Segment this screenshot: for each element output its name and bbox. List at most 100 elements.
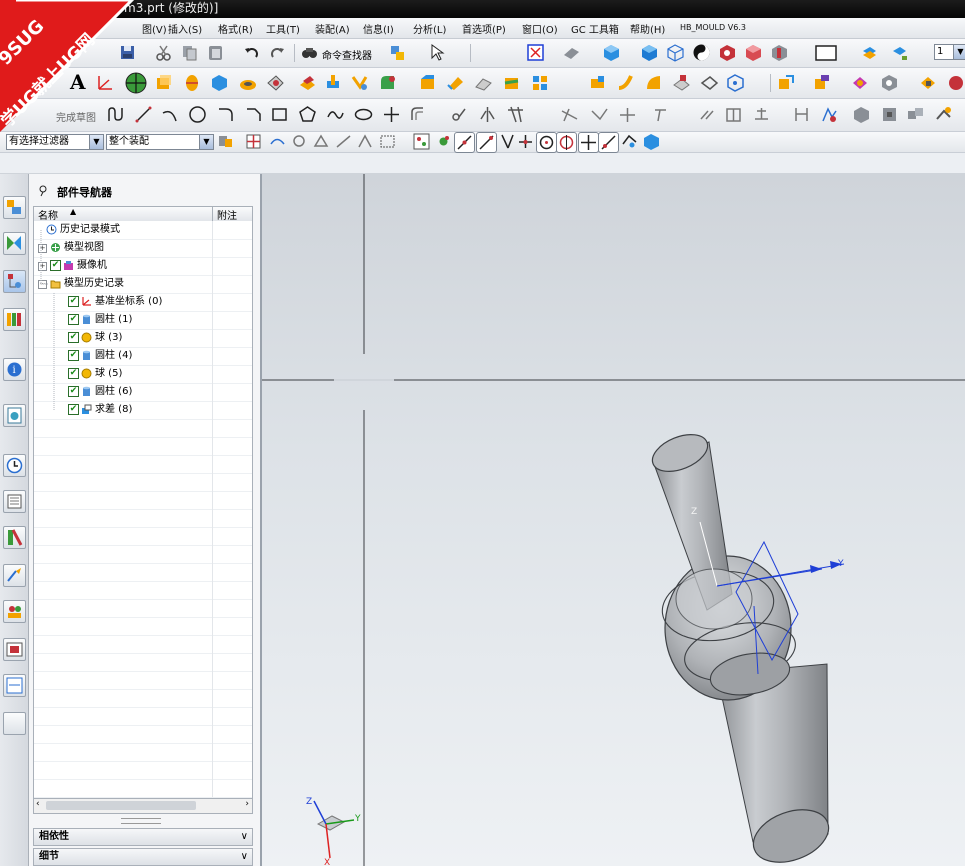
make-corner-button[interactable] bbox=[590, 105, 609, 124]
mirror-curve-button[interactable] bbox=[478, 105, 497, 124]
delete-face-button[interactable] bbox=[880, 73, 899, 92]
copy-button[interactable] bbox=[180, 43, 199, 62]
animate-dimension-button[interactable] bbox=[820, 105, 839, 124]
tree-node[interactable]: ✔ 圆柱 (1) bbox=[68, 313, 132, 327]
splitter-grip[interactable] bbox=[121, 818, 161, 824]
snap-center-button[interactable] bbox=[516, 132, 535, 151]
fillet-button[interactable] bbox=[216, 105, 235, 124]
horizontal-scrollbar[interactable]: ‹ › bbox=[33, 798, 253, 814]
auto-constrain-button[interactable] bbox=[724, 105, 743, 124]
replace-face-button[interactable] bbox=[850, 73, 869, 92]
checkbox[interactable]: ✔ bbox=[68, 313, 79, 325]
snap-point-toggle[interactable] bbox=[244, 132, 263, 151]
cut-button[interactable] bbox=[154, 43, 173, 62]
tree-row[interactable]: 历史记录模式 bbox=[34, 221, 252, 240]
tree-node[interactable]: ✔ 基准坐标系 (0) bbox=[68, 295, 162, 309]
chamfer-sketch-button[interactable] bbox=[244, 105, 263, 124]
orient-view-button[interactable] bbox=[562, 43, 581, 62]
trim-body-button[interactable] bbox=[502, 73, 521, 92]
part-navigator-tab[interactable] bbox=[3, 270, 26, 293]
select-faces-button[interactable] bbox=[312, 132, 331, 151]
work-layer-combo[interactable]: 1 ▼ bbox=[934, 44, 965, 60]
tree-node[interactable]: ✔ 求差 (8) bbox=[68, 403, 132, 417]
edge-blend-button[interactable] bbox=[378, 73, 397, 92]
tree-row[interactable]: ✔ 基准坐标系 (0) bbox=[34, 293, 252, 312]
sweep-button[interactable] bbox=[588, 73, 607, 92]
tree-node[interactable]: ✔ 圆柱 (4) bbox=[68, 349, 132, 363]
pin-icon[interactable] bbox=[37, 185, 49, 197]
pattern-button[interactable] bbox=[530, 73, 549, 92]
snap-arc-center-button[interactable] bbox=[536, 132, 557, 153]
shell-button[interactable] bbox=[446, 73, 465, 92]
spline-button[interactable] bbox=[326, 105, 345, 124]
polygon-button[interactable] bbox=[298, 105, 317, 124]
split-curve-button[interactable] bbox=[618, 105, 637, 124]
selection-tools-button[interactable] bbox=[428, 43, 447, 62]
tree-node[interactable]: 模型视图 bbox=[50, 241, 104, 255]
assembly-navigator-tab[interactable] bbox=[3, 196, 26, 219]
layer-settings-button[interactable] bbox=[860, 43, 879, 62]
rectangle-select-button[interactable] bbox=[378, 132, 397, 151]
tree-row[interactable]: ✔ 圆柱 (4) bbox=[34, 347, 252, 366]
fit-view-button[interactable] bbox=[526, 43, 545, 62]
command-finder-button[interactable]: 命令查找器 bbox=[300, 43, 384, 62]
studio-button[interactable] bbox=[692, 43, 711, 62]
snap-endpoint-button[interactable] bbox=[412, 132, 431, 151]
tree-row[interactable]: ✔ 球 (5) bbox=[34, 365, 252, 384]
background-button[interactable] bbox=[814, 43, 838, 62]
snap-point-on-face-button[interactable] bbox=[620, 132, 639, 151]
tree-row[interactable]: − 模型历史记录 bbox=[34, 275, 252, 294]
select-edges-button[interactable] bbox=[334, 132, 353, 151]
snap-existing-point-button[interactable] bbox=[578, 132, 599, 153]
system-scenes-tab[interactable] bbox=[3, 638, 26, 661]
checkbox[interactable]: ✔ bbox=[68, 385, 79, 397]
scale-body-button[interactable] bbox=[700, 73, 719, 92]
pull-face-button[interactable] bbox=[812, 73, 831, 92]
scroll-right-icon[interactable]: › bbox=[245, 799, 249, 809]
history-tab[interactable] bbox=[3, 454, 26, 477]
blank-tab[interactable] bbox=[3, 712, 26, 735]
visible-check-icon[interactable]: ✔ bbox=[50, 259, 61, 271]
roles-tab[interactable] bbox=[3, 600, 26, 623]
rectangle-button[interactable] bbox=[270, 105, 289, 124]
quick-extend-button[interactable] bbox=[560, 105, 579, 124]
graphics-window[interactable]: Z Y Z Y X bbox=[262, 174, 965, 866]
menu-preferences[interactable]: 首选项(P) bbox=[462, 21, 506, 36]
expand-icon[interactable]: + bbox=[38, 262, 47, 271]
collapse-icon[interactable]: − bbox=[38, 280, 47, 289]
resize-face-button[interactable] bbox=[918, 73, 937, 92]
details-panel-header[interactable]: 细节 ∨ bbox=[33, 848, 253, 866]
tree-row[interactable]: ✔ 圆柱 (1) bbox=[34, 311, 252, 330]
tree-row[interactable]: ✔ 求差 (8) bbox=[34, 401, 252, 420]
snap-point-on-curve-button[interactable] bbox=[598, 132, 619, 153]
menu-tools[interactable]: 工具(T) bbox=[266, 21, 300, 36]
tree-row[interactable]: + 模型视图 bbox=[34, 239, 252, 258]
intersect-button[interactable] bbox=[350, 73, 369, 92]
tree-node[interactable]: ✔ 摄像机 bbox=[50, 259, 107, 273]
thicken-button[interactable] bbox=[672, 73, 691, 92]
snap-control-point-button[interactable] bbox=[476, 132, 497, 153]
selection-filter-combo[interactable]: 有选择过滤器 ▼ bbox=[6, 134, 104, 150]
tree-node[interactable]: ✔ 圆柱 (6) bbox=[68, 385, 132, 399]
expand-icon[interactable]: + bbox=[38, 244, 47, 253]
draft-button[interactable] bbox=[474, 73, 493, 92]
tree-row[interactable]: ✔ 球 (3) bbox=[34, 329, 252, 348]
general-selection-button[interactable] bbox=[216, 132, 235, 151]
selection-scope-combo[interactable]: 整个装配 ▼ bbox=[106, 134, 214, 150]
unite-button[interactable] bbox=[298, 73, 317, 92]
menu-analysis[interactable]: 分析(L) bbox=[413, 21, 446, 36]
checkbox[interactable]: ✔ bbox=[68, 295, 79, 307]
snap-line-button[interactable] bbox=[454, 132, 475, 153]
column-name-header[interactable]: 名称 bbox=[38, 207, 58, 222]
geometric-constraints-button[interactable] bbox=[698, 105, 717, 124]
menu-gc-toolbox[interactable]: GC 工具箱 bbox=[571, 21, 619, 36]
dimension-button[interactable] bbox=[752, 105, 771, 124]
delay-evaluation-button[interactable] bbox=[906, 105, 925, 124]
render-style-button[interactable] bbox=[602, 43, 621, 62]
menu-information[interactable]: 信息(I) bbox=[363, 21, 394, 36]
undo-button[interactable] bbox=[242, 43, 261, 62]
constraints-button[interactable] bbox=[652, 105, 671, 124]
select-bodies-button[interactable] bbox=[356, 132, 375, 151]
scrollbar-thumb[interactable] bbox=[46, 801, 196, 810]
column-note-header[interactable]: 附注 bbox=[217, 207, 237, 222]
